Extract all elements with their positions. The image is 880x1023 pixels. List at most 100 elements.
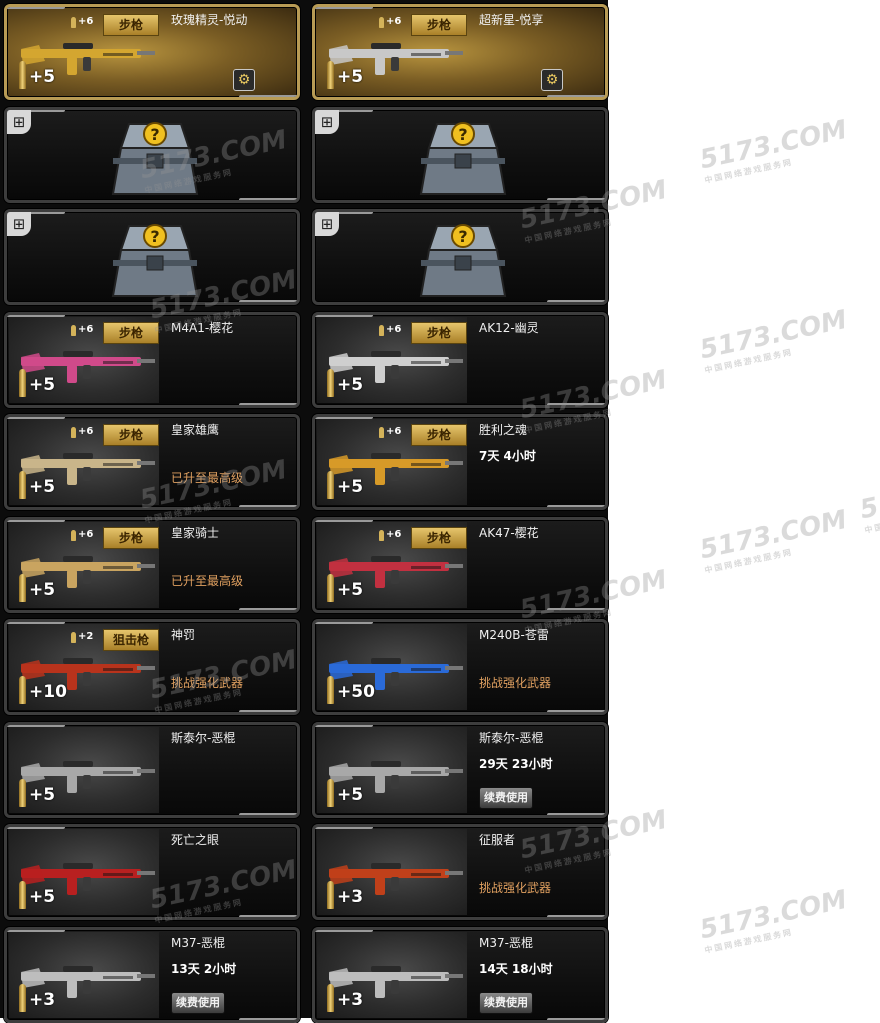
svg-text:?: ? (458, 125, 467, 144)
svg-text:?: ? (458, 227, 467, 246)
watermark-tagline: 中国网络游戏服务网 (703, 347, 794, 376)
weapon-type-badge: 步枪 (411, 14, 467, 36)
renew-button[interactable]: 续费使用 (171, 991, 225, 1014)
enhance-small-value: +6 (386, 528, 402, 540)
weapon-slot[interactable]: +6 步枪 +5 AK47-樱花 (312, 516, 608, 613)
remaining-time: 13天 2小时 (171, 961, 237, 976)
site-watermark: 5173.COM 中国网络游戏服务网 (697, 505, 852, 576)
mystery-crate-slot[interactable]: ⊞? (312, 106, 608, 203)
weapon-status: 已升至最高级 (171, 471, 244, 485)
weapon-status: 已升至最高级 (171, 573, 244, 588)
ammo-small-icon (71, 427, 76, 438)
weapon-picture: +6 步枪 +5 (317, 9, 467, 95)
enhance-small-value: +6 (78, 528, 94, 540)
weapon-picture: +50 (317, 624, 467, 710)
mystery-crate-slot[interactable]: ⊞? (4, 209, 300, 305)
ammo-level-icon (327, 778, 334, 807)
weapon-level: +3 (29, 989, 56, 1010)
weapon-info: M240B-苍雷 挑战强化武器 (479, 628, 599, 706)
remaining-time: 7天 4小时 (479, 449, 536, 463)
treasure-crate-icon: ? (419, 224, 507, 297)
ammo-small-icon (71, 17, 76, 28)
gift-icon: ⊞ (7, 109, 31, 134)
enhance-small-value: +6 (386, 16, 402, 27)
weapon-picture: +6 步枪 +5 (9, 521, 159, 608)
weapon-slot[interactable]: +6 步枪 +5 ⚙ 超新星-悦享 (312, 4, 608, 100)
weapon-slot[interactable]: +50 M240B-苍雷 挑战强化武器 (312, 619, 608, 715)
gift-icon: ⊞ (315, 212, 339, 236)
weapon-name: M240B-苍雷 (479, 628, 549, 642)
weapon-slot[interactable]: +3 M37-恶棍 14天 18小时 续费使用 (312, 926, 608, 1023)
weapon-level: +5 (337, 477, 364, 497)
remaining-time: 14天 18小时 (479, 961, 553, 976)
ammo-level-icon (19, 573, 26, 602)
weapon-picture: +5 (317, 726, 467, 813)
enhance-small-value: +6 (78, 16, 94, 27)
weapon-type-badge: 步枪 (103, 14, 159, 36)
ammo-small-icon (71, 324, 76, 336)
renew-button[interactable]: 续费使用 (479, 991, 533, 1014)
weapon-info: AK12-幽灵 (479, 321, 599, 399)
weapon-name: 玫瑰精灵-悦动 (171, 13, 248, 27)
weapon-inventory-grid: +6 步枪 +5 ⚙ 玫瑰精灵-悦动 +6 步枪 +5 ⚙ 超新星-悦享 ⊞? ⊞? ⊞? ⊞? +6 步枪 +… (0, 0, 608, 1023)
weapon-slot[interactable]: +6 步枪 +5 ⚙ 玫瑰精灵-悦动 (4, 4, 300, 100)
weapon-slot[interactable]: +6 步枪 +5 胜利之魂 7天 4小时 (312, 414, 608, 510)
watermark-tagline: 中国网络游戏服务网 (703, 157, 794, 186)
weapon-picture: +3 (317, 829, 467, 915)
weapon-picture: +5 (9, 726, 159, 813)
weapon-slot[interactable]: +6 步枪 +5 M4A1-樱花 (4, 311, 300, 408)
enhance-small-value: +6 (386, 323, 402, 335)
ammo-level-icon (327, 573, 334, 602)
weapon-level: +5 (29, 579, 56, 600)
weapon-slot[interactable]: +5 斯泰尔-恶棍 (4, 721, 300, 818)
weapon-picture: +2 狙击枪 +10 (9, 624, 159, 710)
weapon-name: 征服者 (479, 833, 516, 847)
ammo-level-icon (19, 778, 26, 807)
mystery-crate-slot[interactable]: ⊞? (312, 209, 608, 305)
renew-button[interactable]: 续费使用 (479, 786, 533, 809)
gift-icon: ⊞ (7, 212, 31, 236)
site-watermark: 5173.COM 中国网络游戏服务网 (697, 885, 852, 956)
weapon-level: +5 (337, 579, 364, 600)
ammo-small-icon (379, 17, 384, 28)
enhance-small-value: +6 (78, 323, 94, 335)
weapon-status: 挑战强化武器 (479, 676, 552, 690)
ammo-level-icon (327, 983, 334, 1012)
weapon-picture: +3 (317, 931, 467, 1018)
weapon-type-badge: 步枪 (103, 424, 159, 446)
weapon-picture: +6 步枪 +5 (9, 9, 159, 95)
weapon-slot[interactable]: +2 狙击枪 +10 神罚 挑战强化武器 (4, 619, 300, 715)
ammo-level-icon (19, 983, 26, 1012)
weapon-info: AK47-樱花 (479, 526, 599, 604)
weapon-name: 斯泰尔-恶棍 (171, 730, 236, 745)
ammo-level-icon (19, 881, 26, 909)
weapon-level: +5 (29, 67, 56, 87)
weapon-level: +5 (337, 374, 364, 395)
weapon-slot[interactable]: +6 步枪 +5 AK12-幽灵 (312, 311, 608, 408)
ammo-small-icon (379, 529, 384, 541)
weapon-slot[interactable]: +5 死亡之眼 (4, 824, 300, 920)
weapon-info: 超新星-悦享 (479, 13, 599, 91)
weapon-picture: +5 (9, 829, 159, 915)
mystery-crate-slot[interactable]: ⊞? (4, 106, 300, 203)
weapon-slot[interactable]: +6 步枪 +5 皇家雄鹰 已升至最高级 (4, 414, 300, 510)
weapon-name: 皇家骑士 (171, 525, 220, 540)
weapon-slot[interactable]: +3 M37-恶棍 13天 2小时 续费使用 (4, 926, 300, 1023)
weapon-picture: +6 步枪 +5 (317, 521, 467, 608)
weapon-slot[interactable]: +3 征服者 挑战强化武器 (312, 824, 608, 920)
watermark-tagline: 中国网络游戏服务网 (703, 927, 794, 956)
treasure-crate-icon: ? (111, 121, 199, 195)
weapon-slot[interactable]: +6 步枪 +5 皇家骑士 已升至最高级 (4, 516, 300, 613)
weapon-name: 斯泰尔-恶棍 (479, 730, 544, 745)
ammo-level-icon (327, 471, 334, 499)
weapon-name: AK47-樱花 (479, 525, 539, 540)
remaining-time: 29天 23小时 (479, 756, 553, 771)
weapon-info: 皇家骑士已升至最高级 (171, 526, 291, 604)
weapon-name: M4A1-樱花 (171, 320, 234, 335)
ammo-level-icon (327, 881, 334, 909)
weapon-info: 神罚 挑战强化武器 (171, 628, 291, 706)
weapon-slot[interactable]: +5 斯泰尔-恶棍 29天 23小时续费使用 (312, 721, 608, 818)
ammo-small-icon (379, 427, 384, 438)
weapon-level: +5 (337, 784, 364, 805)
weapon-status: 挑战强化武器 (171, 676, 244, 690)
